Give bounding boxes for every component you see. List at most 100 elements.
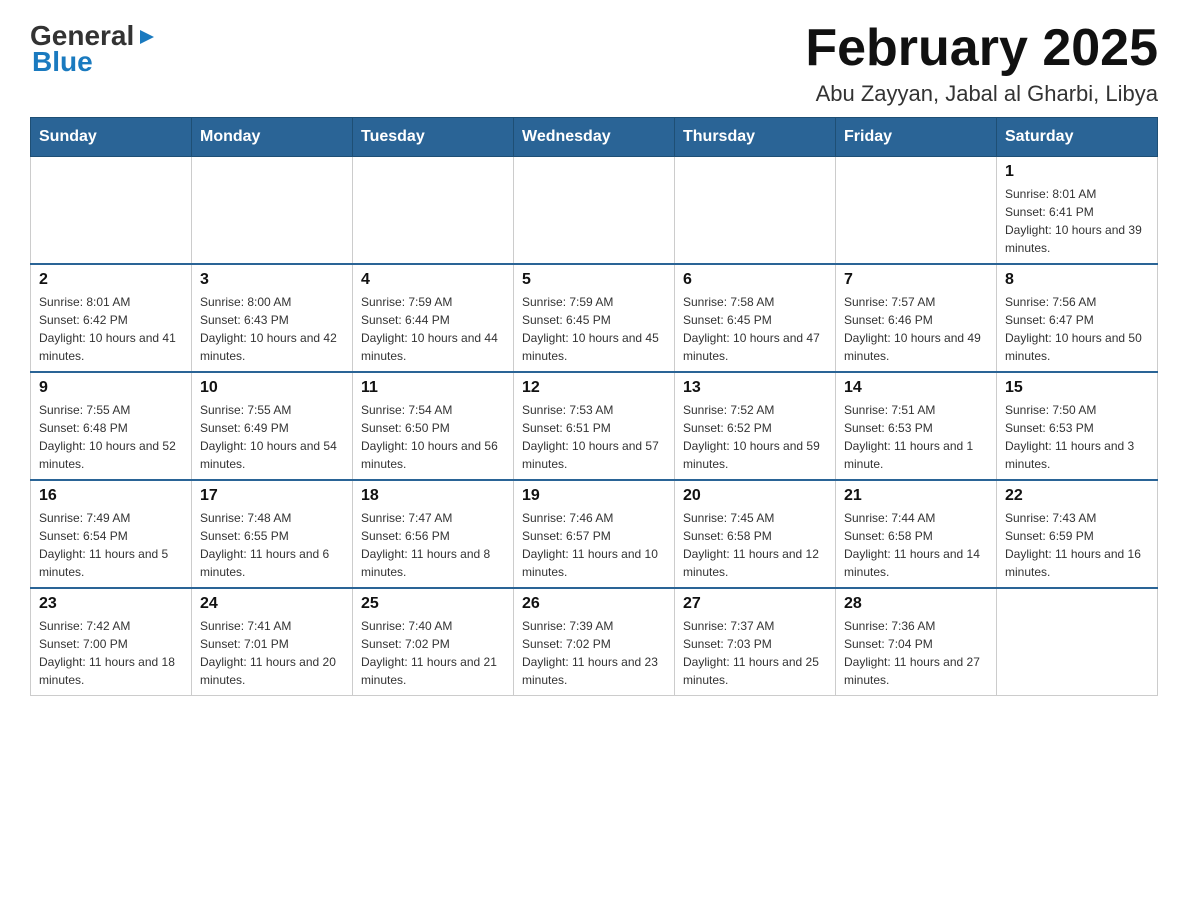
day-number: 18 — [361, 487, 505, 505]
header-row: Sunday Monday Tuesday Wednesday Thursday… — [31, 118, 1158, 157]
col-friday: Friday — [836, 118, 997, 157]
calendar-week-row: 16Sunrise: 7:49 AMSunset: 6:54 PMDayligh… — [31, 480, 1158, 588]
calendar-cell: 5Sunrise: 7:59 AMSunset: 6:45 PMDaylight… — [514, 264, 675, 372]
header: General Blue February 2025 Abu Zayyan, J… — [30, 20, 1158, 107]
logo-blue-text: Blue — [32, 46, 93, 78]
calendar-cell: 1 Sunrise: 8:01 AMSunset: 6:41 PMDaylight… — [997, 157, 1158, 265]
day-number: 20 — [683, 487, 827, 505]
calendar-cell: 21 Sunrise: 7:44 AMSunset: 6:58 PMDayligh… — [836, 480, 997, 588]
day-info: Sunrise: 7:36 AMSunset: 7:04 PMDaylight:… — [844, 617, 988, 689]
day-number: 7 — [844, 271, 988, 289]
calendar-cell: 18 Sunrise: 7:47 AMSunset: 6:56 PMDayligh… — [353, 480, 514, 588]
calendar-cell: 23Sunrise: 7:42 AMSunset: 7:00 PMDayligh… — [31, 588, 192, 696]
calendar-cell — [31, 157, 192, 265]
calendar-cell: 20 Sunrise: 7:45 AMSunset: 6:58 PMDayligh… — [675, 480, 836, 588]
day-number: 16 — [39, 487, 183, 505]
day-number: 4 — [361, 271, 505, 289]
col-sunday: Sunday — [31, 118, 192, 157]
calendar-cell: 25 Sunrise: 7:40 AMSunset: 7:02 PMDayligh… — [353, 588, 514, 696]
day-number: 28 — [844, 595, 988, 613]
day-info: Sunrise: 7:53 AMSunset: 6:51 PMDaylight:… — [522, 401, 666, 473]
calendar-cell — [675, 157, 836, 265]
day-number: 24 — [200, 595, 344, 613]
day-info: Sunrise: 7:40 AMSunset: 7:02 PMDaylight:… — [361, 617, 505, 689]
day-info: Sunrise: 7:59 AMSunset: 6:45 PMDaylight:… — [522, 293, 666, 365]
calendar-cell: 2 Sunrise: 8:01 AMSunset: 6:42 PMDaylight… — [31, 264, 192, 372]
day-number: 11 — [361, 379, 505, 397]
day-info: Sunrise: 7:55 AMSunset: 6:49 PMDaylight:… — [200, 401, 344, 473]
day-info: Sunrise: 7:56 AMSunset: 6:47 PMDaylight:… — [1005, 293, 1149, 365]
calendar-cell — [353, 157, 514, 265]
calendar-cell — [836, 157, 997, 265]
day-info: Sunrise: 7:45 AMSunset: 6:58 PMDaylight:… — [683, 509, 827, 581]
day-info: Sunrise: 7:52 AMSunset: 6:52 PMDaylight:… — [683, 401, 827, 473]
day-number: 17 — [200, 487, 344, 505]
calendar-cell: 6Sunrise: 7:58 AMSunset: 6:45 PMDaylight… — [675, 264, 836, 372]
day-info: Sunrise: 8:01 AMSunset: 6:41 PMDaylight:… — [1005, 185, 1149, 257]
day-info: Sunrise: 7:57 AMSunset: 6:46 PMDaylight:… — [844, 293, 988, 365]
calendar-cell: 16Sunrise: 7:49 AMSunset: 6:54 PMDayligh… — [31, 480, 192, 588]
calendar-cell: 7 Sunrise: 7:57 AMSunset: 6:46 PMDaylight… — [836, 264, 997, 372]
calendar-cell: 13 Sunrise: 7:52 AMSunset: 6:52 PMDayligh… — [675, 372, 836, 480]
calendar-cell: 26 Sunrise: 7:39 AMSunset: 7:02 PMDayligh… — [514, 588, 675, 696]
calendar-cell: 27 Sunrise: 7:37 AMSunset: 7:03 PMDayligh… — [675, 588, 836, 696]
title-area: February 2025 Abu Zayyan, Jabal al Gharb… — [805, 20, 1158, 107]
calendar-cell: 4 Sunrise: 7:59 AMSunset: 6:44 PMDaylight… — [353, 264, 514, 372]
col-tuesday: Tuesday — [353, 118, 514, 157]
calendar-cell — [192, 157, 353, 265]
day-info: Sunrise: 7:42 AMSunset: 7:00 PMDaylight:… — [39, 617, 183, 689]
calendar-cell: 10 Sunrise: 7:55 AMSunset: 6:49 PMDayligh… — [192, 372, 353, 480]
day-info: Sunrise: 7:39 AMSunset: 7:02 PMDaylight:… — [522, 617, 666, 689]
day-info: Sunrise: 7:41 AMSunset: 7:01 PMDaylight:… — [200, 617, 344, 689]
calendar-cell: 28 Sunrise: 7:36 AMSunset: 7:04 PMDayligh… — [836, 588, 997, 696]
calendar-week-row: 1 Sunrise: 8:01 AMSunset: 6:41 PMDaylight… — [31, 157, 1158, 265]
calendar-cell: 12 Sunrise: 7:53 AMSunset: 6:51 PMDayligh… — [514, 372, 675, 480]
calendar-cell — [997, 588, 1158, 696]
calendar-cell: 24 Sunrise: 7:41 AMSunset: 7:01 PMDayligh… — [192, 588, 353, 696]
day-info: Sunrise: 7:46 AMSunset: 6:57 PMDaylight:… — [522, 509, 666, 581]
day-number: 2 — [39, 271, 183, 289]
day-number: 25 — [361, 595, 505, 613]
calendar-cell: 14 Sunrise: 7:51 AMSunset: 6:53 PMDayligh… — [836, 372, 997, 480]
calendar-body: 1 Sunrise: 8:01 AMSunset: 6:41 PMDaylight… — [31, 157, 1158, 696]
day-info: Sunrise: 7:55 AMSunset: 6:48 PMDaylight:… — [39, 401, 183, 473]
day-info: Sunrise: 7:54 AMSunset: 6:50 PMDaylight:… — [361, 401, 505, 473]
day-number: 8 — [1005, 271, 1149, 289]
logo: General Blue — [30, 20, 158, 78]
calendar-cell: 9Sunrise: 7:55 AMSunset: 6:48 PMDaylight… — [31, 372, 192, 480]
calendar-week-row: 9Sunrise: 7:55 AMSunset: 6:48 PMDaylight… — [31, 372, 1158, 480]
day-number: 22 — [1005, 487, 1149, 505]
day-number: 1 — [1005, 163, 1149, 181]
calendar-cell: 19Sunrise: 7:46 AMSunset: 6:57 PMDayligh… — [514, 480, 675, 588]
calendar-title: February 2025 — [805, 20, 1158, 77]
calendar-week-row: 2 Sunrise: 8:01 AMSunset: 6:42 PMDaylight… — [31, 264, 1158, 372]
calendar-cell: 22 Sunrise: 7:43 AMSunset: 6:59 PMDayligh… — [997, 480, 1158, 588]
calendar-cell — [514, 157, 675, 265]
calendar-cell: 15Sunrise: 7:50 AMSunset: 6:53 PMDayligh… — [997, 372, 1158, 480]
calendar-cell: 8 Sunrise: 7:56 AMSunset: 6:47 PMDaylight… — [997, 264, 1158, 372]
day-info: Sunrise: 8:01 AMSunset: 6:42 PMDaylight:… — [39, 293, 183, 365]
day-info: Sunrise: 7:44 AMSunset: 6:58 PMDaylight:… — [844, 509, 988, 581]
day-info: Sunrise: 7:51 AMSunset: 6:53 PMDaylight:… — [844, 401, 988, 473]
day-number: 26 — [522, 595, 666, 613]
calendar-cell: 11 Sunrise: 7:54 AMSunset: 6:50 PMDayligh… — [353, 372, 514, 480]
day-number: 10 — [200, 379, 344, 397]
day-info: Sunrise: 7:37 AMSunset: 7:03 PMDaylight:… — [683, 617, 827, 689]
col-saturday: Saturday — [997, 118, 1158, 157]
day-number: 21 — [844, 487, 988, 505]
calendar-table: Sunday Monday Tuesday Wednesday Thursday… — [30, 117, 1158, 696]
day-number: 13 — [683, 379, 827, 397]
day-info: Sunrise: 7:48 AMSunset: 6:55 PMDaylight:… — [200, 509, 344, 581]
day-info: Sunrise: 7:43 AMSunset: 6:59 PMDaylight:… — [1005, 509, 1149, 581]
logo-arrow-icon — [136, 26, 158, 48]
day-number: 14 — [844, 379, 988, 397]
calendar-week-row: 23Sunrise: 7:42 AMSunset: 7:00 PMDayligh… — [31, 588, 1158, 696]
day-info: Sunrise: 8:00 AMSunset: 6:43 PMDaylight:… — [200, 293, 344, 365]
day-number: 12 — [522, 379, 666, 397]
day-info: Sunrise: 7:59 AMSunset: 6:44 PMDaylight:… — [361, 293, 505, 365]
day-number: 27 — [683, 595, 827, 613]
calendar-cell: 3 Sunrise: 8:00 AMSunset: 6:43 PMDaylight… — [192, 264, 353, 372]
day-info: Sunrise: 7:47 AMSunset: 6:56 PMDaylight:… — [361, 509, 505, 581]
day-number: 6 — [683, 271, 827, 289]
day-number: 3 — [200, 271, 344, 289]
